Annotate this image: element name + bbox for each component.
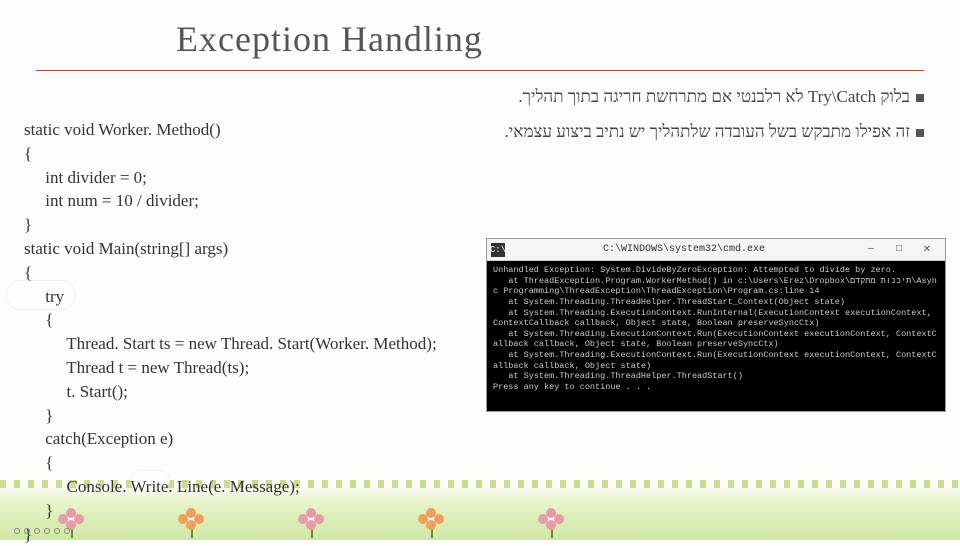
slide-indicator xyxy=(14,528,70,534)
cmd-icon: C:\ xyxy=(491,243,505,257)
bullet-icon xyxy=(916,94,924,102)
window-controls: — □ ✕ xyxy=(857,241,941,259)
window-title: C:\WINDOWS\system32\cmd.exe xyxy=(511,244,857,255)
flower-decoration xyxy=(540,508,562,530)
bullet-text-2: זה אפילו מתבקש בשל העובדה שלתהליך יש נתי… xyxy=(505,122,910,141)
maximize-button[interactable]: □ xyxy=(885,241,913,259)
minimize-button[interactable]: — xyxy=(857,241,885,259)
window-titlebar[interactable]: C:\ C:\WINDOWS\system32\cmd.exe — □ ✕ xyxy=(487,239,945,261)
console-output: Unhandled Exception: System.DivideByZero… xyxy=(487,261,945,411)
bullet-item-1: בלוק Try\Catch לא רלבנטי אם מתרחשת חריגה… xyxy=(36,83,924,110)
close-button[interactable]: ✕ xyxy=(913,241,941,259)
bullet-icon xyxy=(916,129,924,137)
code-sample: static void Worker. Method() { int divid… xyxy=(24,118,437,546)
slide-title: Exception Handling xyxy=(36,18,924,71)
console-window: C:\ C:\WINDOWS\system32\cmd.exe — □ ✕ Un… xyxy=(486,238,946,412)
slide: Exception Handling בלוק Try\Catch לא רלב… xyxy=(0,0,960,540)
bullet-text-1: בלוק Try\Catch לא רלבנטי אם מתרחשת חריגה… xyxy=(518,87,910,106)
